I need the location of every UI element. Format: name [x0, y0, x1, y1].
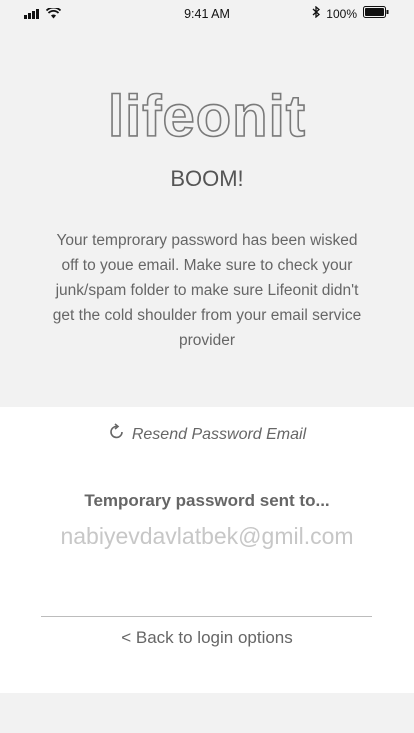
- email-field[interactable]: [20, 519, 394, 554]
- resend-label: Resend Password Email: [131, 425, 307, 443]
- refresh-icon: [108, 423, 126, 446]
- confirmation-hero: lifeonit BOOM! Your temprorary password …: [0, 28, 414, 406]
- bluetooth-icon: [312, 5, 321, 21]
- sent-to-label: Temporary password sent to...: [84, 491, 330, 510]
- confirmation-message: Your temprorary password has been wisked…: [52, 232, 362, 349]
- divider: [41, 616, 372, 617]
- resend-password-link[interactable]: Resend Password Email: [0, 423, 414, 446]
- battery-icon: [363, 6, 389, 21]
- battery-percent: 100%: [326, 6, 357, 21]
- back-to-login-link[interactable]: < Back to login options: [0, 628, 414, 648]
- app-logo: lifeonit: [107, 83, 307, 150]
- headline: BOOM!: [170, 166, 244, 191]
- action-panel: Resend Password Email Temporary password…: [0, 407, 414, 693]
- status-right: 100%: [312, 5, 389, 21]
- status-bar: 9:41 AM 100%: [0, 0, 414, 28]
